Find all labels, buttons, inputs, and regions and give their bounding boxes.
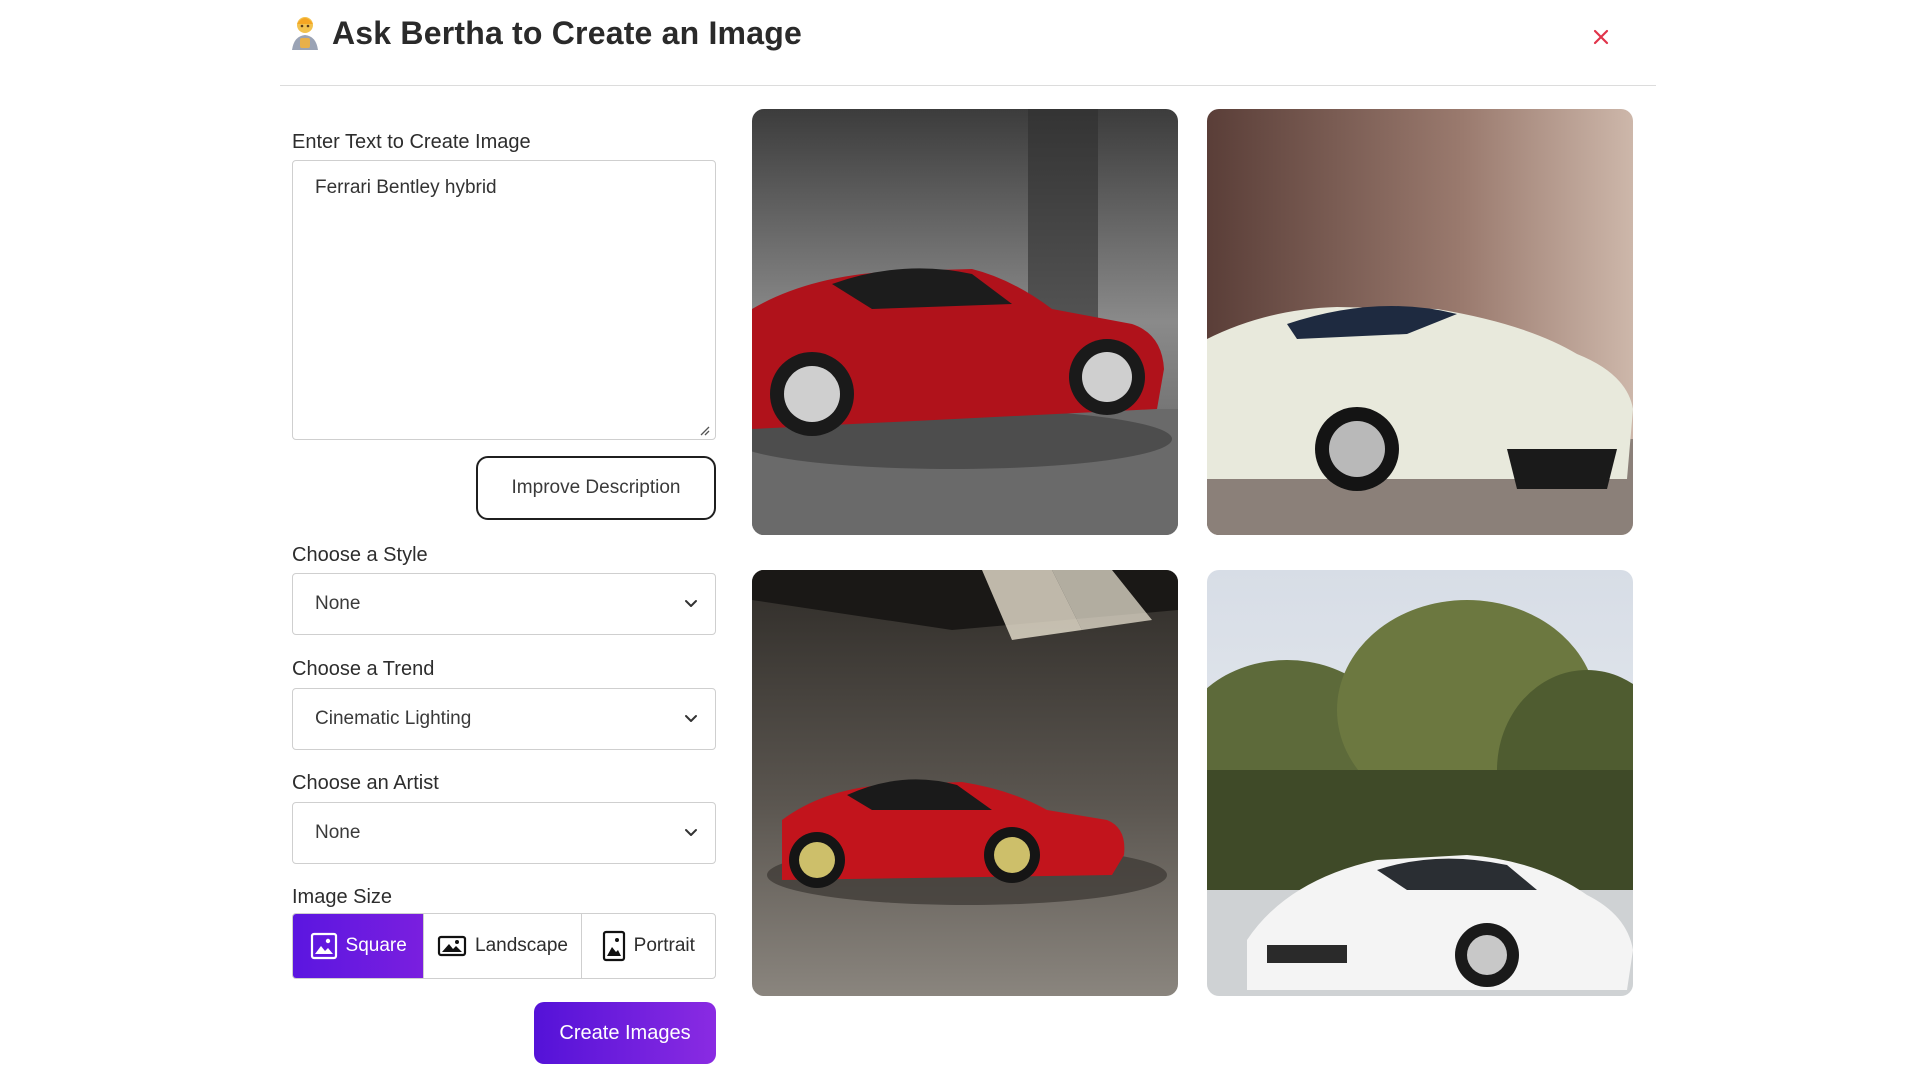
generated-image-4[interactable] — [1207, 570, 1633, 996]
trend-select[interactable]: Cinematic Lighting — [292, 688, 716, 750]
artist-label: Choose an Artist — [292, 772, 439, 794]
create-images-button[interactable]: Create Images — [534, 1002, 716, 1064]
style-label: Choose a Style — [292, 544, 428, 566]
image-size-label: Image Size — [292, 886, 393, 908]
size-option-portrait-label: Portrait — [633, 935, 695, 956]
dialog-title-group: Ask Bertha to Create an Image — [288, 14, 802, 52]
generated-image-1[interactable] — [752, 109, 1178, 535]
dialog-title: Ask Bertha to Create an Image — [332, 14, 802, 51]
image-size-toggle: Square Landscape Portrait — [292, 913, 716, 979]
artist-selected-value: None — [315, 822, 361, 843]
trend-selected-value: Cinematic Lighting — [315, 708, 472, 729]
size-option-landscape[interactable]: Landscape — [424, 914, 582, 978]
generated-image-2[interactable] — [1207, 109, 1633, 535]
artist-select[interactable]: None — [292, 802, 716, 864]
close-button[interactable] — [1586, 22, 1616, 52]
close-icon — [1593, 29, 1609, 45]
style-selected-value: None — [315, 593, 361, 614]
square-image-icon — [310, 932, 337, 960]
generated-image-3[interactable] — [752, 570, 1178, 996]
size-option-portrait[interactable]: Portrait — [582, 914, 715, 978]
chevron-down-icon — [685, 600, 697, 607]
landscape-image-icon — [437, 935, 467, 957]
size-option-square-label: Square — [345, 935, 407, 956]
improve-description-button[interactable]: Improve Description — [476, 456, 716, 520]
resize-grip-icon[interactable] — [698, 424, 710, 436]
trend-label: Choose a Trend — [292, 658, 435, 680]
size-option-square[interactable]: Square — [293, 914, 425, 978]
style-select[interactable]: None — [292, 573, 716, 635]
prompt-label: Enter Text to Create Image — [292, 131, 531, 153]
size-option-landscape-label: Landscape — [475, 935, 568, 956]
genie-icon — [292, 17, 318, 50]
chevron-down-icon — [685, 829, 697, 836]
chevron-down-icon — [685, 715, 697, 722]
prompt-textarea[interactable] — [292, 160, 716, 440]
portrait-image-icon — [602, 930, 625, 962]
dialog-header: Ask Bertha to Create an Image — [280, 0, 1656, 86]
